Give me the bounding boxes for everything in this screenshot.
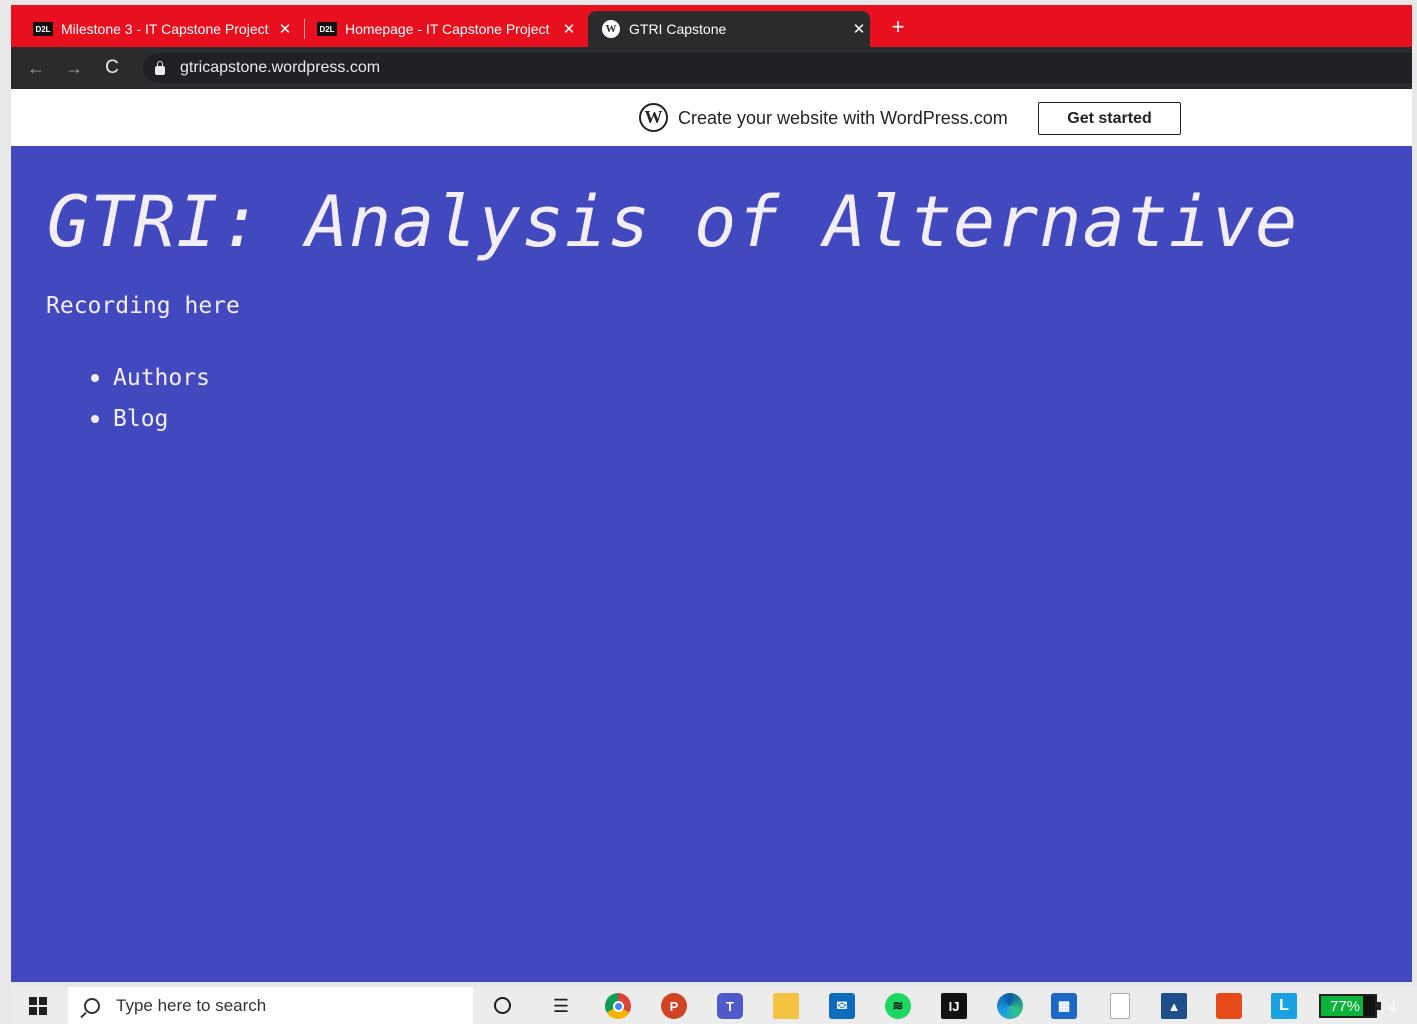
wordpress-banner: W Create your website with WordPress.com…	[11, 89, 1412, 146]
store-icon[interactable]: ▦	[1051, 993, 1077, 1019]
charging-plug-icon: ⏚	[1386, 999, 1402, 1016]
l-app-icon[interactable]: L	[1271, 993, 1297, 1019]
mail-icon[interactable]: ✉	[829, 993, 855, 1019]
windows-taskbar: Type here to search ☰ P T ✉ ≋ IJ ▦ ▲ L 7…	[11, 987, 1417, 1024]
spotify-icon[interactable]: ≋	[885, 993, 911, 1019]
photos-icon[interactable]: ▲	[1161, 993, 1187, 1019]
teams-icon[interactable]: T	[717, 993, 743, 1019]
menu-item-blog[interactable]: Blog	[91, 398, 210, 439]
intellij-icon[interactable]: IJ	[941, 993, 967, 1019]
close-tab-icon[interactable]: ✕	[559, 20, 579, 38]
tab-title: Milestone 3 - IT Capstone Project	[61, 21, 269, 37]
wordpress-promo-text: Create your website with WordPress.com	[678, 108, 1008, 128]
d2l-favicon-icon: D2L	[317, 22, 337, 36]
tab-gtri-capstone[interactable]: W GTRI Capstone ✕	[588, 11, 870, 47]
tab-milestone-3[interactable]: D2L Milestone 3 - IT Capstone Project ✕	[21, 11, 303, 47]
close-tab-icon[interactable]: ✕	[275, 20, 295, 38]
reload-button[interactable]: C	[99, 55, 125, 81]
wordpress-favicon-icon: W	[602, 20, 620, 38]
bullet-icon	[91, 414, 99, 423]
new-tab-button[interactable]: +	[884, 13, 912, 41]
chrome-icon[interactable]	[605, 993, 631, 1019]
battery-percent: 77%	[1329, 997, 1361, 1015]
bullet-icon	[91, 373, 99, 382]
windows-start-icon[interactable]	[29, 997, 47, 1015]
powerpoint-icon[interactable]: P	[661, 993, 687, 1019]
wordpress-logo-icon: W	[639, 103, 668, 132]
search-icon	[84, 997, 100, 1014]
battery-indicator[interactable]: 77%	[1319, 994, 1381, 1018]
document-icon[interactable]	[1110, 993, 1130, 1019]
office-icon[interactable]	[1216, 993, 1242, 1019]
task-view-icon[interactable]: ☰	[548, 993, 574, 1019]
forward-button[interactable]: →	[61, 55, 87, 81]
get-started-button[interactable]: Get started	[1038, 102, 1181, 135]
close-tab-icon[interactable]: ✕	[849, 20, 869, 38]
file-explorer-icon[interactable]	[773, 993, 799, 1019]
address-toolbar: ← → C gtricapstone.wordpress.com	[11, 47, 1412, 89]
tab-homepage[interactable]: D2L Homepage - IT Capstone Project ✕	[305, 11, 587, 47]
tab-title: GTRI Capstone	[629, 21, 727, 37]
cortana-icon[interactable]	[494, 997, 511, 1014]
back-button[interactable]: ←	[23, 55, 49, 81]
tab-title: Homepage - IT Capstone Project	[345, 21, 550, 37]
search-placeholder: Type here to search	[116, 995, 267, 1015]
site-menu: Authors Blog	[91, 357, 210, 439]
taskbar-search-box[interactable]: Type here to search	[68, 987, 473, 1024]
url-text[interactable]: gtricapstone.wordpress.com	[180, 59, 380, 77]
site-tagline: Recording here	[46, 293, 240, 319]
d2l-favicon-icon: D2L	[33, 22, 53, 36]
menu-item-authors[interactable]: Authors	[91, 357, 210, 398]
lock-icon[interactable]	[155, 60, 165, 75]
address-bar[interactable]: gtricapstone.wordpress.com	[143, 53, 1412, 83]
site-title[interactable]: GTRI: Analysis of Alternative	[47, 181, 1298, 263]
tab-strip: D2L Milestone 3 - IT Capstone Project ✕ …	[11, 5, 1412, 47]
browser-window: D2L Milestone 3 - IT Capstone Project ✕ …	[11, 5, 1412, 982]
edge-icon[interactable]	[997, 993, 1023, 1019]
